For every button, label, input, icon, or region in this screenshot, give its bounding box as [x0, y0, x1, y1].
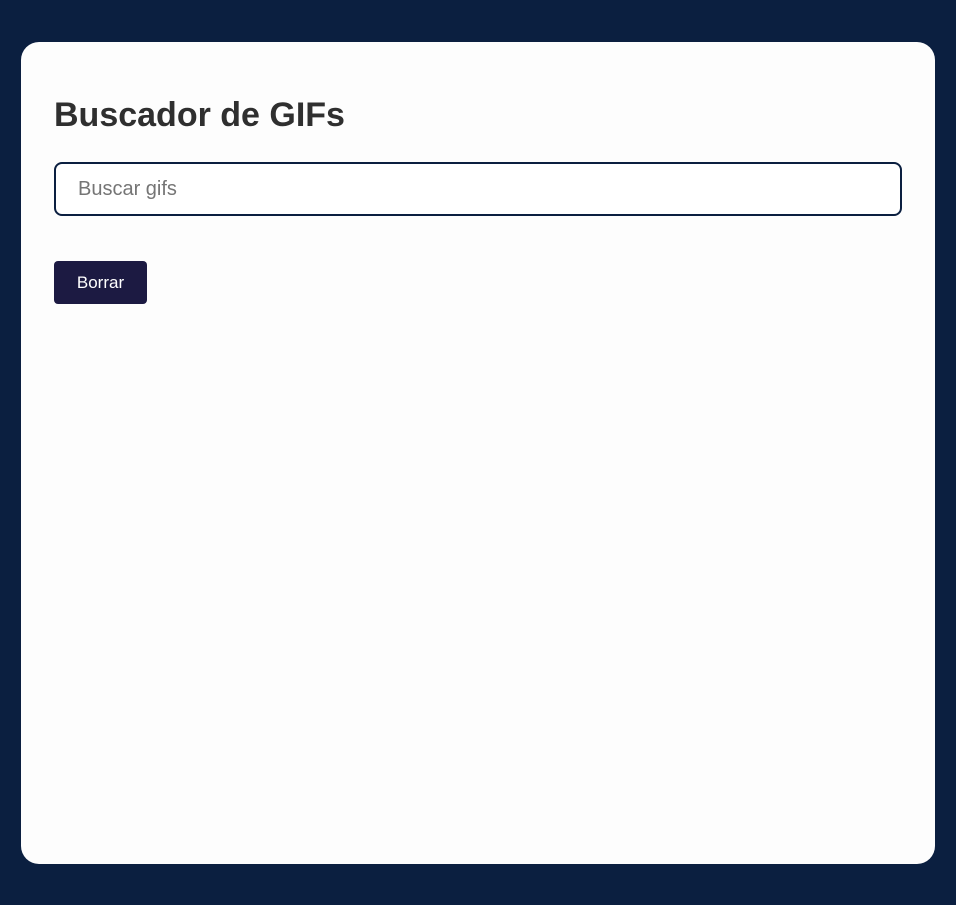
search-input[interactable]: [54, 162, 902, 216]
main-card: Buscador de GIFs Borrar: [21, 42, 935, 864]
clear-button[interactable]: Borrar: [54, 261, 147, 304]
page-title: Buscador de GIFs: [54, 96, 345, 134]
